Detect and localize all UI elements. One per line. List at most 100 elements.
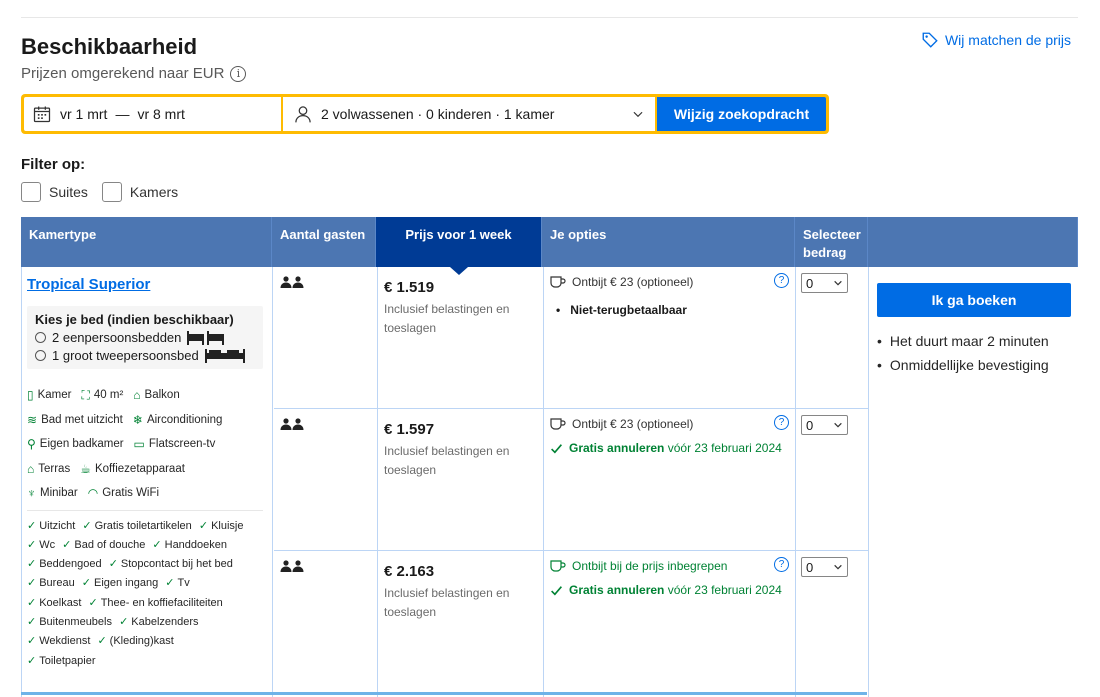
check-icon: ✓ — [27, 654, 37, 667]
options-cell: Ontbijt € 23 (optioneel) Gratis annulere… — [544, 409, 796, 550]
double-bed-icon — [204, 348, 245, 363]
coffee-cup-icon — [550, 418, 566, 430]
amenity-label: Wc — [39, 538, 56, 551]
date-picker[interactable]: vr 1 mrt — vr 8 mrt — [24, 97, 281, 131]
question-icon[interactable]: ? — [774, 415, 789, 430]
facility-wifi: ◠ Gratis WiFi — [88, 481, 159, 506]
options-cell: Ontbijt bij de prijs inbegrepen Gratis a… — [544, 551, 796, 697]
guests-cell — [274, 267, 378, 408]
amenity-label: Kluisje — [211, 519, 244, 532]
facility-label: Kamer — [37, 389, 72, 401]
amenity: ✓ Kabelzenders — [119, 613, 199, 632]
suites-checkbox[interactable] — [21, 182, 41, 202]
check-icon: ✓ — [82, 519, 92, 532]
header-price[interactable]: Prijs voor 1 week — [376, 217, 542, 275]
chevron-down-icon — [633, 111, 643, 118]
check-icon: ✓ — [88, 596, 98, 609]
meal-option-label: Ontbijt € 23 (optioneel) — [572, 275, 694, 289]
facility-row: ≋ Bad met uitzicht ❄ Airconditioning — [27, 408, 267, 433]
amenity-label: (Kleding)kast — [109, 635, 174, 648]
facility-row: ▯ Kamer ⛶ 40 m² ⌂ Balkon — [27, 383, 267, 408]
amenity-label: Wekdienst — [39, 635, 91, 648]
price-match-link[interactable]: Wij matchen de prijs — [921, 31, 1071, 49]
rate-row-2: € 1.597 Inclusief belastingen en toeslag… — [274, 409, 869, 551]
select-cell: 0 — [796, 267, 869, 408]
price-note: Inclusief belastingen en toeslagen — [384, 444, 510, 477]
room-quantity-select[interactable]: 0 — [801, 557, 848, 577]
price-note: Inclusief belastingen en toeslagen — [384, 302, 510, 335]
table-header: Kamertype Aantal gasten Prijs voor 1 wee… — [21, 217, 1078, 275]
check-icon: ✓ — [62, 538, 72, 551]
question-icon[interactable]: ? — [774, 557, 789, 572]
check-icon: ✓ — [27, 596, 37, 609]
cancellation-bold: Gratis annuleren — [569, 441, 665, 455]
amenity: ✓ (Kleding)kast — [97, 632, 173, 651]
amenity-label: Stopcontact bij het bed — [120, 558, 233, 571]
radio-twin[interactable] — [35, 332, 46, 343]
price-value: € 2.163 — [384, 563, 435, 580]
price-value: € 1.597 — [384, 421, 435, 438]
top-divider — [21, 17, 1078, 18]
amenity: ✓ Stopcontact bij het bed — [109, 555, 233, 574]
check-icon: ✓ — [27, 558, 37, 571]
calendar-icon — [33, 106, 51, 123]
amenity: ✓ Thee- en koffiefaciliteiten — [88, 594, 222, 613]
filter-suites[interactable]: Suites — [21, 182, 88, 202]
cancellation-text: Gratis annuleren vóór 23 februari 2024 — [569, 583, 782, 597]
policy-label: Niet-terugbetaalbaar — [570, 303, 687, 317]
meal-option: Ontbijt bij de prijs inbegrepen — [550, 559, 789, 573]
check-icon: ✓ — [27, 538, 37, 551]
amenity: ✓ Buitenmeubels — [27, 613, 112, 632]
coffee-machine-icon: ☕ — [80, 461, 91, 476]
guests-picker[interactable]: 2 volwassenen · 0 kinderen · 1 kamer — [283, 97, 655, 131]
info-icon[interactable]: i — [230, 65, 247, 82]
room-quantity-select[interactable]: 0 — [801, 415, 848, 435]
amenity: ✓ Eigen ingang — [82, 574, 158, 593]
room-name-link[interactable]: Tropical Superior — [27, 276, 150, 293]
check-icon: ✓ — [165, 577, 175, 590]
bed-option-double[interactable]: 1 groot tweepersoonsbed — [35, 348, 255, 363]
facility-label: Eigen badkamer — [39, 438, 124, 450]
check-icon: ✓ — [27, 519, 37, 532]
coffee-cup-icon — [550, 276, 566, 288]
shower-icon: ⚲ — [27, 437, 36, 451]
two-persons-icon — [280, 276, 304, 288]
tv-icon: ▭ — [133, 437, 145, 451]
rooms-checkbox[interactable] — [101, 182, 122, 202]
change-search-button[interactable]: Wijzig zoekopdracht — [657, 97, 826, 131]
radio-double[interactable] — [35, 350, 46, 361]
check-icon: ✓ — [81, 577, 91, 590]
facility-size: ⛶ 40 m² — [81, 383, 123, 408]
header-select-line1: Selecteer — [803, 227, 861, 242]
door-icon: ▯ — [27, 388, 34, 402]
booking-benefits: Het duurt maar 2 minuten Onmiddellijke b… — [877, 329, 1071, 377]
snowflake-icon: ❄ — [132, 412, 143, 427]
date-separator: — — [115, 106, 130, 122]
amenity-label: Koelkast — [39, 596, 82, 609]
price-cell: € 2.163 Inclusief belastingen en toeslag… — [378, 551, 544, 697]
amenity: ✓ Tv — [165, 574, 189, 593]
cancellation-bold: Gratis annuleren — [569, 583, 665, 597]
person-icon — [295, 106, 311, 123]
book-now-button[interactable]: Ik ga boeken — [877, 283, 1071, 317]
question-icon[interactable]: ? — [774, 273, 789, 288]
room-quantity-select[interactable]: 0 — [801, 273, 848, 293]
availability-table: Kamertype Aantal gasten Prijs voor 1 wee… — [21, 217, 1078, 697]
search-bar: vr 1 mrt — vr 8 mrt 2 volwassenen · 0 ki… — [21, 94, 829, 134]
select-cell: 0 — [796, 551, 869, 697]
wifi-icon: ◠ — [87, 486, 99, 500]
check-icon: ✓ — [27, 635, 37, 648]
meal-option-label: Ontbijt bij de prijs inbegrepen — [572, 559, 728, 573]
check-icon — [551, 585, 562, 595]
tag-icon — [922, 32, 938, 48]
rate-row-3: € 2.163 Inclusief belastingen en toeslag… — [274, 551, 869, 697]
free-cancellation: Gratis annuleren vóór 23 februari 2024 — [550, 441, 789, 455]
filter-rooms[interactable]: Kamers — [101, 182, 178, 202]
table-body: Tropical Superior Kies je bed (indien be… — [21, 267, 1078, 697]
amenity-label: Buitenmeubels — [39, 615, 112, 628]
price-cell: € 1.597 Inclusief belastingen en toeslag… — [378, 409, 544, 550]
bed-option-twin[interactable]: 2 eenpersoonsbedden — [35, 330, 255, 345]
room-facilities: ▯ Kamer ⛶ 40 m² ⌂ Balkon ≋ Bad met uitzicht … — [27, 383, 267, 506]
amenity: ✓ Bad of douche — [62, 536, 145, 555]
check-icon: ✓ — [27, 577, 37, 590]
